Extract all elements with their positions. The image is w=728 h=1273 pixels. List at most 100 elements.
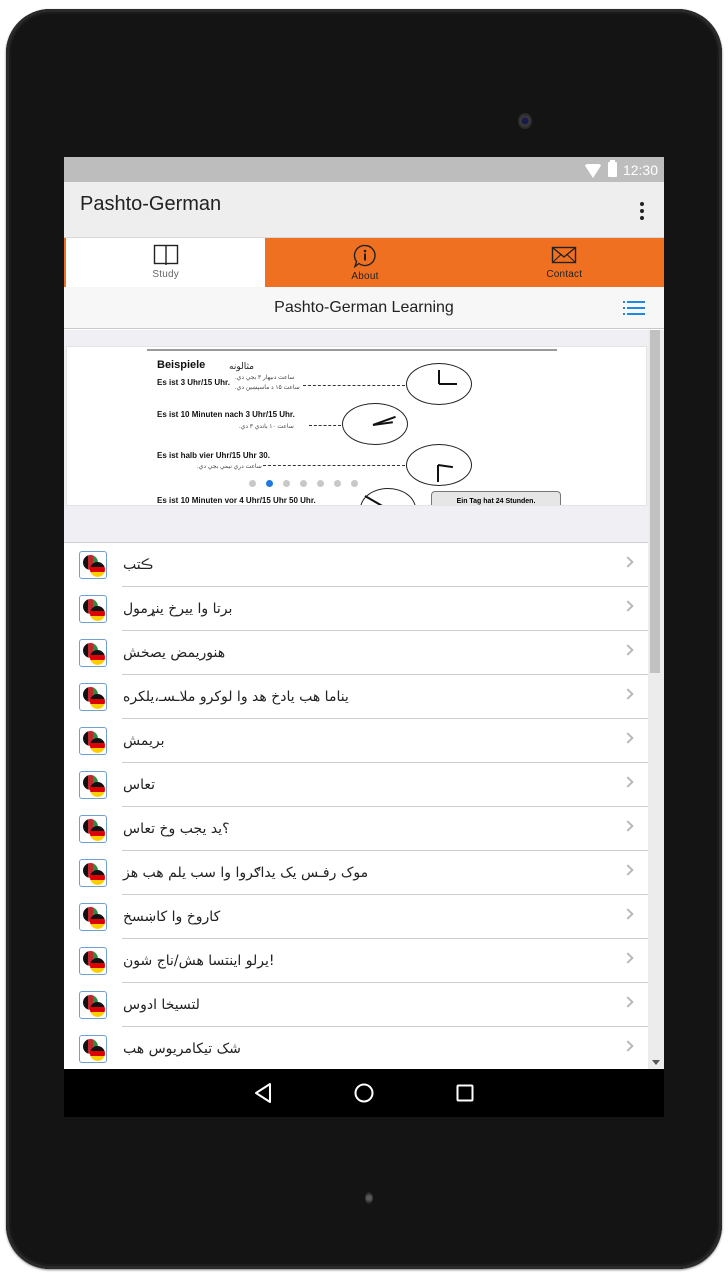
- lesson-list: ڪتب برتا وا ييرخ ينړمول هنوريمض يصخش يناما …: [64, 542, 648, 1071]
- germany-flag-icon: [90, 694, 105, 709]
- af-de-flag-icon: [79, 815, 107, 843]
- af-de-flag-icon: [79, 551, 107, 579]
- tab-bar: Study About Contact: [64, 238, 664, 287]
- carousel-dot[interactable]: [283, 480, 290, 487]
- envelope-icon: [552, 246, 577, 264]
- clock-illustration: [342, 403, 408, 445]
- list-item-label: کاروخ وا کاښسخ: [123, 909, 221, 925]
- chevron-right-icon: [622, 1040, 634, 1052]
- status-bar: 12:30: [64, 157, 664, 182]
- germany-flag-icon: [90, 1002, 105, 1017]
- list-item-label: لتسيخا ادوس: [123, 997, 200, 1013]
- chevron-right-icon: [622, 820, 634, 832]
- tab-about[interactable]: About: [265, 238, 464, 287]
- chevron-right-icon: [622, 952, 634, 964]
- germany-flag-icon: [90, 738, 105, 753]
- carousel-dot[interactable]: [249, 480, 256, 487]
- scrollbar[interactable]: [648, 330, 664, 1069]
- list-item[interactable]: لتسيخا ادوس: [64, 983, 648, 1027]
- list-item[interactable]: !يرلو اينتسا هش/ناج شون: [64, 939, 648, 983]
- carousel-dot[interactable]: [351, 480, 358, 487]
- clock-illustration: [360, 488, 416, 505]
- list-item-label: موک رفـس يک يداګروا وا سب يلم هب هز: [123, 865, 369, 881]
- germany-flag-icon: [90, 1046, 105, 1061]
- slide-heading: Beispiele: [157, 359, 206, 371]
- af-de-flag-icon: [79, 1035, 107, 1063]
- list-item-label: تعاس: [123, 777, 156, 793]
- af-de-flag-icon: [79, 991, 107, 1019]
- status-time: 12:30: [622, 161, 658, 178]
- list-item[interactable]: شک تيکامريوس هب: [64, 1027, 648, 1071]
- slide-heading-ps: مثالونه: [229, 361, 255, 371]
- germany-flag-icon: [90, 870, 105, 885]
- carousel-dot-active[interactable]: [266, 480, 273, 487]
- af-de-flag-icon: [79, 683, 107, 711]
- sub-header: Pashto-German Learning: [64, 287, 664, 329]
- slide-line-ps: ساعت ۱۵ د ماسپښين دي.: [235, 385, 300, 391]
- list-icon[interactable]: [623, 301, 645, 315]
- list-item[interactable]: برتا وا ييرخ ينړمول: [64, 587, 648, 631]
- carousel-dot[interactable]: [334, 480, 341, 487]
- chevron-right-icon: [622, 644, 634, 656]
- slide-note: Ein Tag hat 24 Stunden.: [431, 491, 561, 505]
- book-icon: [153, 244, 178, 265]
- chevron-right-icon: [622, 996, 634, 1008]
- chevron-right-icon: [622, 688, 634, 700]
- tab-study[interactable]: Study: [64, 238, 266, 287]
- slide-line-de: Es ist halb vier Uhr/15 Uhr 30.: [157, 451, 270, 460]
- slide-rule: [147, 349, 557, 351]
- battery-icon: [607, 160, 617, 177]
- germany-flag-icon: [90, 958, 105, 973]
- list-item-label: هنوريمض يصخش: [123, 645, 226, 661]
- chevron-right-icon: [622, 776, 634, 788]
- list-item[interactable]: تعاس: [64, 763, 648, 807]
- list-item-label: ڪتب: [123, 557, 154, 573]
- germany-flag-icon: [90, 650, 105, 665]
- germany-flag-icon: [90, 782, 105, 797]
- slide-line-de: Es ist 10 Minuten nach 3 Uhr/15 Uhr.: [157, 410, 295, 419]
- scroll-down-arrow-icon[interactable]: [652, 1060, 660, 1065]
- germany-flag-icon: [90, 606, 105, 621]
- slide-line-ps: ساعت دىيهار ۳ بجي دي.: [235, 375, 295, 381]
- list-item[interactable]: ڪتب: [64, 543, 648, 587]
- list-item[interactable]: بريمش: [64, 719, 648, 763]
- wifi-icon: [583, 163, 602, 178]
- list-item-label: !يرلو اينتسا هش/ناج شون: [123, 953, 275, 969]
- chevron-right-icon: [622, 908, 634, 920]
- system-nav-bar: [64, 1069, 664, 1117]
- more-vert-icon[interactable]: [634, 196, 650, 226]
- af-de-flag-icon: [79, 639, 107, 667]
- scrollbar-thumb[interactable]: [650, 330, 660, 673]
- list-item-label: يناما هب يادخ هد وا لوکرو ملاـسـ،يلکره: [123, 689, 349, 705]
- slide-line-ps: ساعت ۱۰ باندي ۳ دي.: [239, 424, 294, 430]
- info-bubble-icon: [353, 244, 376, 268]
- tab-about-label: About: [351, 271, 379, 282]
- list-item-label: برتا وا ييرخ ينړمول: [123, 601, 233, 617]
- af-de-flag-icon: [79, 947, 107, 975]
- recents-icon[interactable]: [455, 1083, 475, 1103]
- list-item[interactable]: يناما هب يادخ هد وا لوکرو ملاـسـ،يلکره: [64, 675, 648, 719]
- image-carousel[interactable]: Beispiele مثالونه Es ist 3 Uhr/15 Uhr. س…: [66, 346, 647, 506]
- list-item-label: شک تيکامريوس هب: [123, 1041, 241, 1057]
- page-title: Pashto-German Learning: [274, 298, 454, 316]
- slide-line-de: Es ist 3 Uhr/15 Uhr.: [157, 378, 230, 387]
- chevron-right-icon: [622, 732, 634, 744]
- af-de-flag-icon: [79, 595, 107, 623]
- carousel-dot[interactable]: [300, 480, 307, 487]
- list-item[interactable]: هنوريمض يصخش: [64, 631, 648, 675]
- chevron-right-icon: [622, 556, 634, 568]
- content-area: Beispiele مثالونه Es ist 3 Uhr/15 Uhr. س…: [64, 330, 664, 1071]
- tab-contact[interactable]: Contact: [465, 238, 664, 287]
- front-camera: [518, 113, 532, 129]
- carousel-dot[interactable]: [317, 480, 324, 487]
- home-icon[interactable]: [353, 1082, 375, 1104]
- list-item[interactable]: موک رفـس يک يداګروا وا سب يلم هب هز: [64, 851, 648, 895]
- germany-flag-icon: [90, 826, 105, 841]
- list-item[interactable]: کاروخ وا کاښسخ: [64, 895, 648, 939]
- af-de-flag-icon: [79, 859, 107, 887]
- germany-flag-icon: [90, 562, 105, 577]
- list-item[interactable]: ؟يد يجب وخ تعاس: [64, 807, 648, 851]
- back-icon[interactable]: [253, 1082, 273, 1104]
- microphone: [365, 1192, 373, 1204]
- tab-contact-label: Contact: [546, 269, 583, 280]
